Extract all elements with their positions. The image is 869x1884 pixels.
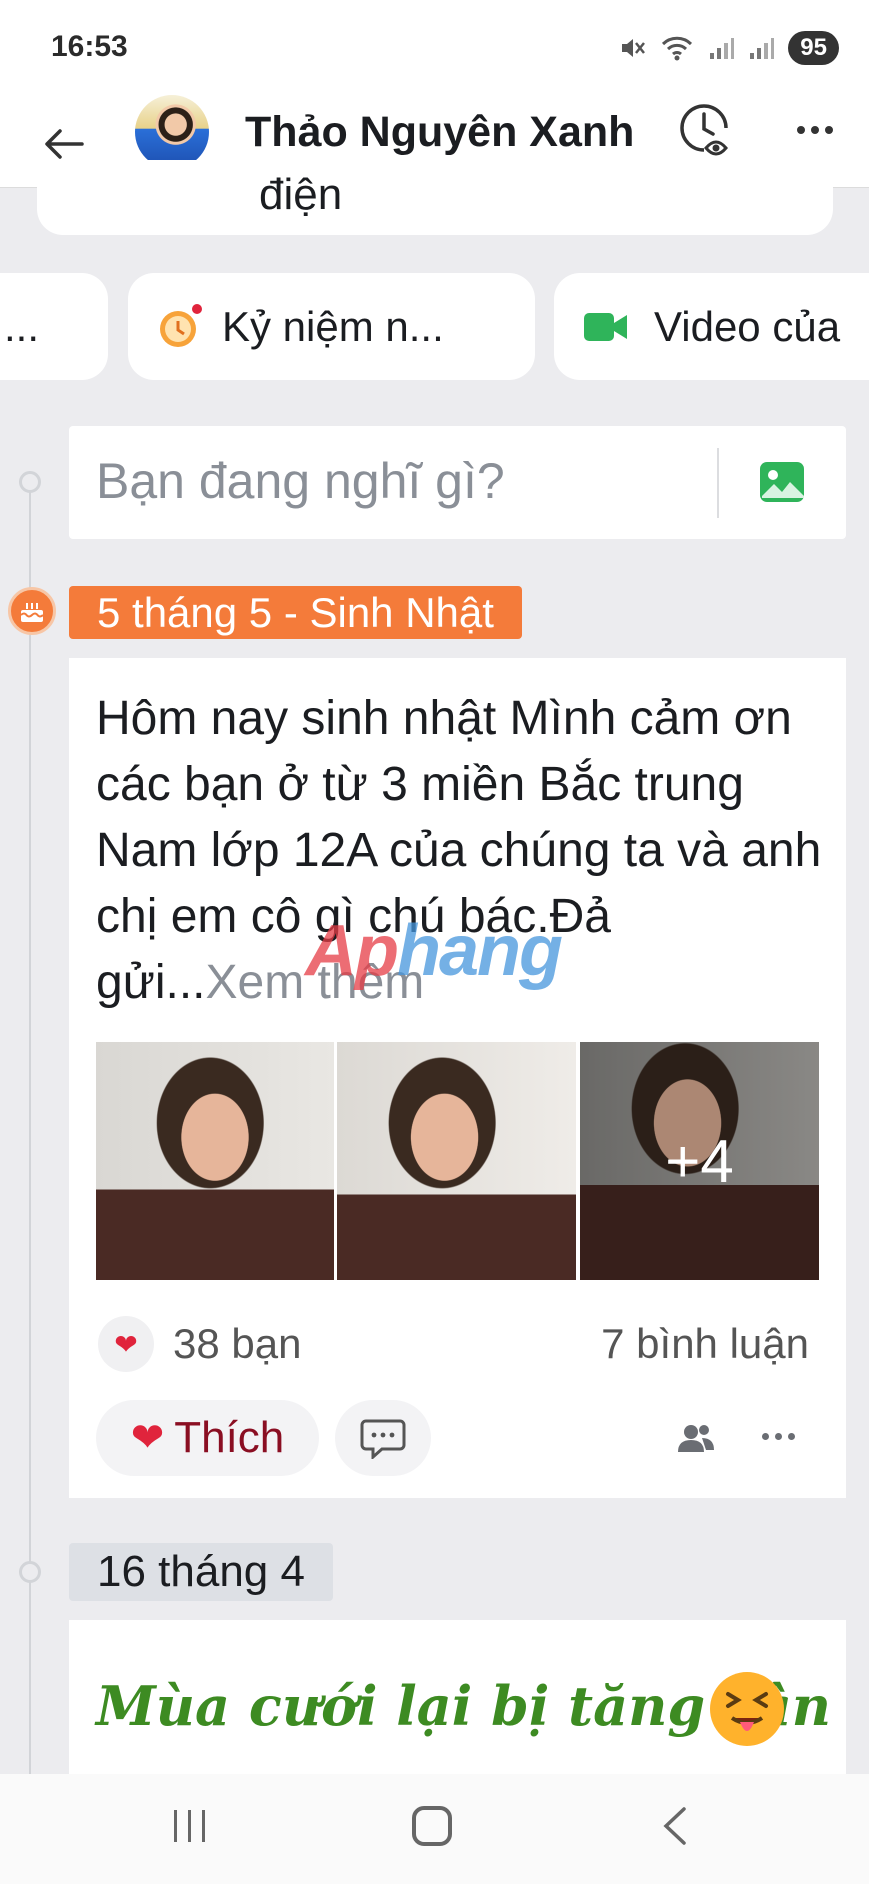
post-more-button[interactable] — [762, 1424, 806, 1448]
timeline-dot — [19, 471, 41, 493]
tongue-emoji-icon — [710, 1672, 784, 1746]
battery-indicator: 95 — [788, 31, 839, 65]
status-time: 16:53 — [51, 30, 128, 63]
chevron-left-icon — [663, 1807, 686, 1845]
status-icons: 95 — [618, 28, 839, 68]
chip-memories[interactable]: Kỷ niệm n... — [128, 273, 535, 380]
alarm-clock-icon — [160, 303, 202, 347]
comment-count[interactable]: 7 bình luận — [601, 1320, 809, 1368]
home-button[interactable] — [412, 1806, 452, 1846]
date-label: 5 tháng 5 - Sinh Nhật — [69, 586, 522, 639]
system-back-button[interactable] — [660, 1806, 690, 1846]
heart-reaction-icon[interactable]: ❤ — [98, 1316, 154, 1372]
reaction-count[interactable]: 38 bạn — [173, 1320, 301, 1368]
top-card-text: điện — [259, 170, 343, 219]
timeline-line — [29, 490, 31, 1780]
history-button[interactable] — [676, 100, 738, 162]
page-title: Thảo Nguyên Xanh — [245, 108, 635, 156]
post-photo-2[interactable] — [337, 1042, 576, 1280]
like-button[interactable]: ❤ Thích — [96, 1400, 319, 1476]
more-options-button[interactable] — [790, 110, 840, 150]
chip-videos[interactable]: Video của — [554, 273, 869, 380]
chip-label: ... — [4, 302, 40, 350]
post-photo-1[interactable] — [96, 1042, 334, 1280]
wifi-icon — [662, 36, 693, 61]
comment-icon — [360, 1419, 406, 1459]
history-eye-icon — [680, 104, 728, 156]
timeline-dot — [19, 1561, 41, 1583]
more-photos-count: +4 — [580, 1042, 819, 1280]
image-icon — [760, 462, 804, 502]
date-label: 16 tháng 4 — [69, 1543, 333, 1601]
arrow-left-icon — [45, 129, 84, 159]
post-photo-3[interactable]: +4 — [580, 1042, 819, 1280]
cake-icon — [8, 587, 56, 635]
recent-apps-icon — [174, 1810, 205, 1842]
chip-label: Video của — [654, 302, 841, 350]
chip-label: Kỷ niệm n... — [222, 302, 444, 350]
signal-icon — [710, 38, 735, 59]
composer-placeholder[interactable]: Bạn đang nghĩ gì? — [96, 452, 505, 510]
signal-icon-2 — [750, 38, 775, 59]
recent-apps-button[interactable] — [170, 1808, 210, 1844]
friends-privacy-icon[interactable] — [676, 1418, 716, 1458]
divider — [717, 448, 719, 518]
chip-truncated[interactable]: ... — [0, 273, 108, 380]
avatar[interactable] — [135, 95, 209, 169]
watermark: Aphang — [305, 911, 563, 991]
comment-button[interactable] — [335, 1400, 431, 1476]
like-label: Thích — [174, 1413, 285, 1462]
mute-icon — [622, 39, 646, 57]
add-photo-button[interactable] — [758, 460, 806, 504]
video-camera-icon — [584, 312, 627, 341]
heart-icon: ❤ — [130, 1416, 165, 1460]
top-card — [37, 160, 833, 235]
